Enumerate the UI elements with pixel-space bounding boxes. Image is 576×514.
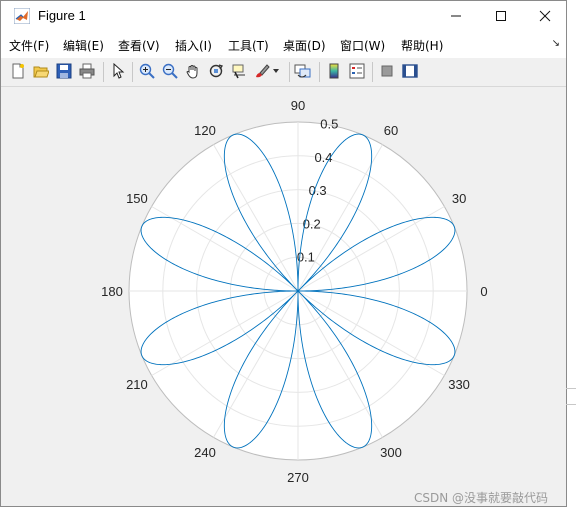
pan-icon[interactable] [184,62,202,80]
minimize-button[interactable] [433,1,479,31]
menu-bar: 文件(F) 编辑(E) 查看(V) 插入(I) 工具(T) 桌面(D) 窗口(W… [1,31,566,58]
menu-view[interactable]: 查看(V) [118,37,160,54]
minimize-icon [451,15,461,17]
menu-file[interactable]: 文件(F) [9,37,49,54]
close-icon [539,10,551,22]
r-tick-label: 0.4 [314,150,332,165]
watermark-text: CSDN @没事就要敲代码 [414,491,549,505]
figure-toolbar [1,58,566,87]
polar-axes[interactable]: 03060901201501802102402703003300.10.20.3… [9,87,560,506]
theta-tick-label: 210 [126,377,148,392]
theta-tick-label: 180 [101,284,123,299]
pointer-icon[interactable] [109,62,127,80]
title-bar[interactable]: Figure 1 [1,1,566,31]
data-cursor-icon[interactable] [230,62,248,80]
theta-tick-label: 150 [126,191,148,206]
print-icon[interactable] [78,62,96,80]
background-divider [566,404,576,405]
r-tick-label: 0.3 [309,183,327,198]
theta-tick-label: 270 [287,470,309,485]
legend-icon[interactable] [348,62,366,80]
r-tick-label: 0.2 [303,216,321,231]
link-plot-icon[interactable] [294,62,312,80]
theta-tick-label: 120 [194,123,216,138]
theta-tick-label: 240 [194,445,216,460]
menu-desktop[interactable]: 桌面(D) [283,37,326,54]
r-tick-label: 0.5 [320,117,338,132]
maximize-button[interactable] [478,1,524,31]
show-plot-tools-icon[interactable] [401,62,419,80]
theta-tick-label: 30 [452,191,466,206]
menu-insert[interactable]: 插入(I) [175,37,212,54]
theta-tick-label: 90 [291,98,305,113]
save-icon[interactable] [55,62,73,80]
zoom-out-icon[interactable] [161,62,179,80]
brush-dropdown-icon[interactable] [271,62,281,80]
window-title: Figure 1 [38,8,86,23]
zoom-in-icon[interactable] [138,62,156,80]
open-file-icon[interactable] [32,62,50,80]
toolbar-separator [103,62,104,82]
dock-arrow-icon[interactable]: ↘ [552,38,560,49]
theta-tick-label: 330 [448,377,470,392]
background-divider [566,388,576,389]
maximize-icon [496,11,506,21]
toolbar-separator [289,62,290,82]
rotate-icon[interactable] [207,62,225,80]
theta-tick-label: 300 [380,445,402,460]
colorbar-icon[interactable] [325,62,343,80]
close-button[interactable] [522,1,568,31]
toolbar-separator [319,62,320,82]
theta-tick-label: 0 [480,284,487,299]
toolbar-separator [372,62,373,82]
new-figure-icon[interactable] [9,62,27,80]
brush-icon[interactable] [253,62,271,80]
figure-canvas[interactable]: 0 30 60 90 120 150 180 210 240 270 300 330 0.1 0.2 0.3… [9,87,560,506]
menu-edit[interactable]: 编辑(E) [63,37,104,54]
menu-help[interactable]: 帮助(H) [401,37,443,54]
hide-plot-tools-icon[interactable] [378,62,396,80]
menu-window[interactable]: 窗口(W) [340,37,385,54]
theta-tick-label: 60 [384,123,398,138]
matlab-logo-icon [14,8,30,24]
toolbar-separator [132,62,133,82]
figure-window: Figure 1 文件(F) 编辑(E) 查看(V) 插入(I) 工具(T) 桌… [0,0,567,507]
menu-tools[interactable]: 工具(T) [228,37,269,54]
